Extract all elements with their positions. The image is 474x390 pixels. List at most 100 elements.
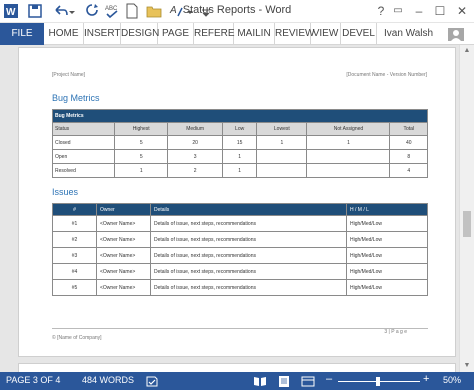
column-header: Highest: [114, 122, 169, 136]
table-cell: Closed: [51, 135, 116, 150]
table-cell: High/Med/Low: [346, 231, 428, 248]
table-row: Resolved 1 2 1 4: [51, 163, 428, 178]
ribbon-display-options-button[interactable]: ▭: [389, 2, 407, 20]
table-cell: 20: [167, 135, 224, 150]
minimize-button[interactable]: –: [410, 2, 428, 20]
document-page[interactable]: [Project Name] [Document Name - Version …: [18, 47, 456, 357]
help-button[interactable]: ?: [372, 2, 390, 20]
column-header: Not Assigned: [306, 122, 391, 136]
zoom-slider-thumb[interactable]: [376, 377, 380, 386]
scroll-up-icon[interactable]: ▲: [460, 45, 474, 57]
column-header: Status: [51, 122, 116, 136]
tab-file[interactable]: FILE: [0, 23, 44, 45]
column-header: Owner: [96, 203, 151, 216]
table-row: #3 <Owner Name> Details of issue, next s…: [52, 247, 428, 264]
status-bar: PAGE 3 OF 4 484 WORDS – + 50%: [0, 372, 474, 390]
tab-page-layout[interactable]: PAGE L: [158, 23, 194, 61]
table-cell: <Owner Name>: [96, 215, 151, 232]
table-cell: <Owner Name>: [96, 247, 151, 264]
table-cell: Resolved: [51, 163, 116, 178]
table-row: Closed 5 20 15 1 1 40: [51, 135, 428, 150]
maximize-button[interactable]: ☐: [431, 2, 449, 20]
table-cell: Details of issue, next steps, recommenda…: [150, 247, 347, 264]
column-header: Low: [222, 122, 258, 136]
table-cell: 15: [222, 135, 258, 150]
read-mode-icon[interactable]: [253, 375, 267, 387]
bug-metrics-heading: Bug Metrics: [52, 93, 100, 103]
table-cell: [256, 163, 308, 178]
zoom-in-button[interactable]: +: [423, 373, 429, 385]
footer-divider: [52, 328, 428, 329]
column-header: Lowest: [256, 122, 308, 136]
issues-heading: Issues: [52, 187, 79, 197]
table-cell: <Owner Name>: [96, 263, 151, 280]
table-cell: [306, 163, 391, 178]
bug-table-caption: Bug Metrics: [52, 109, 428, 123]
table-cell: [306, 149, 391, 164]
table-row: #5 <Owner Name> Details of issue, next s…: [52, 279, 428, 296]
table-cell: Open: [51, 149, 116, 164]
tab-mailings[interactable]: MAILIN: [234, 23, 275, 45]
user-avatar-icon[interactable]: [448, 28, 464, 41]
column-header: #: [52, 203, 97, 216]
scroll-down-icon[interactable]: ▼: [460, 360, 474, 372]
proofing-icon[interactable]: [145, 375, 159, 387]
ribbon-tabs: FILE HOME INSERT DESIGN PAGE L REFERE MA…: [0, 23, 474, 61]
table-cell: High/Med/Low: [346, 247, 428, 264]
close-button[interactable]: ✕: [453, 2, 471, 20]
column-header: Total: [389, 122, 428, 136]
tab-home[interactable]: HOME: [44, 23, 84, 45]
issues-table[interactable]: # Owner Details H / M / L #1 <Owner Name…: [52, 203, 428, 296]
table-cell: 1: [222, 149, 258, 164]
vertical-scrollbar[interactable]: ▲ ▼: [459, 45, 474, 372]
table-cell: 2: [167, 163, 224, 178]
zoom-level[interactable]: 50%: [443, 375, 461, 385]
tab-references[interactable]: REFERE: [194, 23, 235, 45]
table-cell: 5: [114, 135, 169, 150]
page-count[interactable]: PAGE 3 OF 4: [6, 375, 60, 385]
scroll-thumb[interactable]: [463, 211, 471, 237]
tab-review[interactable]: REVIEW: [275, 23, 314, 45]
column-header: Medium: [167, 122, 224, 136]
table-cell: Details of issue, next steps, recommenda…: [150, 279, 347, 296]
document-area[interactable]: [Project Name] [Document Name - Version …: [0, 45, 474, 372]
table-cell: 40: [389, 135, 428, 150]
table-cell: #2: [52, 231, 97, 248]
table-cell: 4: [389, 163, 428, 178]
table-row: #2 <Owner Name> Details of issue, next s…: [52, 231, 428, 248]
column-header: H / M / L: [346, 203, 428, 216]
table-cell: High/Med/Low: [346, 279, 428, 296]
web-layout-icon[interactable]: [301, 375, 315, 387]
bug-metrics-table[interactable]: Bug Metrics Status Highest Medium Low Lo…: [51, 109, 428, 178]
print-layout-icon[interactable]: [277, 375, 291, 387]
table-cell: 3: [167, 149, 224, 164]
table-cell: #1: [52, 215, 97, 232]
table-cell: 1: [306, 135, 391, 150]
table-cell: #5: [52, 279, 97, 296]
table-cell: Details of issue, next steps, recommenda…: [150, 263, 347, 280]
table-cell: Details of issue, next steps, recommenda…: [150, 215, 347, 232]
table-row: #4 <Owner Name> Details of issue, next s…: [52, 263, 428, 280]
column-header: Details: [150, 203, 347, 216]
zoom-out-button[interactable]: –: [326, 373, 332, 385]
table-row: #1 <Owner Name> Details of issue, next s…: [52, 215, 428, 232]
table-cell: #3: [52, 247, 97, 264]
table-cell: 1: [222, 163, 258, 178]
tab-design[interactable]: DESIGN: [121, 23, 159, 45]
table-cell: 8: [389, 149, 428, 164]
table-row: Open 5 3 1 8: [51, 149, 428, 164]
user-name[interactable]: Ivan Walsh: [384, 23, 440, 45]
table-cell: <Owner Name>: [96, 231, 151, 248]
table-cell: [256, 149, 308, 164]
next-page[interactable]: [18, 363, 456, 372]
tab-developer[interactable]: DEVEL: [341, 23, 377, 45]
table-cell: 1: [256, 135, 308, 150]
table-cell: 5: [114, 149, 169, 164]
word-count[interactable]: 484 WORDS: [82, 375, 134, 385]
footer-page-number: 3 | P a g e: [384, 329, 407, 335]
tab-insert[interactable]: INSERT: [84, 23, 121, 45]
header-document-name: [Document Name - Version Number]: [346, 72, 427, 78]
table-cell: Details of issue, next steps, recommenda…: [150, 231, 347, 248]
header-project-name: [Project Name]: [52, 72, 86, 78]
tab-view[interactable]: VIEW: [311, 23, 341, 45]
